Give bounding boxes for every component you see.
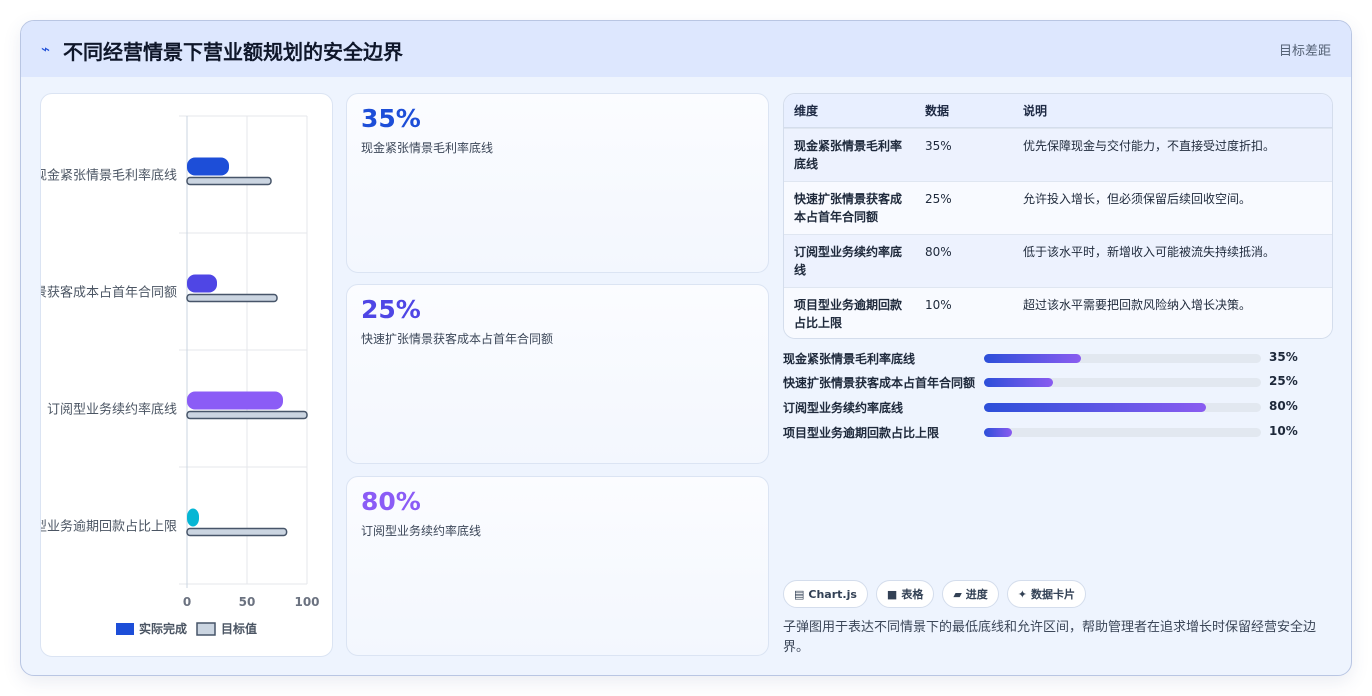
target-bar [186,293,278,303]
card-header: ⌁ 不同经营情景下营业额规划的安全边界 目标差距 [21,21,1351,77]
header-data: 数据 [925,104,950,118]
chip-data-cards[interactable]: ✦ 数据卡片 [1006,580,1087,608]
header-dimension: 维度 [794,104,819,118]
progress-icon: ▰ [953,587,962,601]
progress-track [984,378,1261,387]
table-row: 快速扩张情景获客成本占首年合同额 25% 允许投入增长，但必须保留后续回收空间。 [784,181,1332,234]
data-table: 维度 数据 说明 现金紧张情景毛利率底线 35% 优先保障现金与交付能力，不直接… [783,93,1333,339]
table-row: 订阅型业务续约率底线 80% 低于该水平时，新增收入可能被流失持续抵消。 [784,234,1332,287]
x-tick-label: 0 [183,595,191,609]
actual-bar [187,274,217,293]
progress-value: 35% [1269,350,1298,364]
progress-value: 10% [1269,424,1298,438]
progress-fill [984,428,1012,437]
progress-track [984,428,1261,437]
target-bar [186,176,272,186]
progress-label: 快速扩张情景获客成本占首年合同额 [783,376,976,390]
page-title: 不同经营情景下营业额规划的安全边界 [63,40,403,64]
dashboard-card: ⌁ 不同经营情景下营业额规划的安全边界 目标差距 现金紧张情景毛利率底线快速扩张… [20,20,1352,676]
progress-label: 订阅型业务续约率底线 [783,401,904,415]
table-header-row: 维度 数据 说明 [784,94,1332,128]
chip-label: Chart.js [808,587,857,601]
actual-bar [187,157,229,176]
cell-description: 低于该水平时，新增收入可能被流失持续抵消。 [1023,245,1276,259]
progress-track [984,403,1261,412]
cell-dimension: 快速扩张情景获客成本占首年合同额 [794,192,903,224]
kpi-card-2: 25% 快速扩张情景获客成本占首年合同额 [346,284,769,464]
progress-fill [984,403,1206,412]
cell-dimension: 订阅型业务续约率底线 [794,245,903,277]
kpi-card-1: 35% 现金紧张情景毛利率底线 [346,93,769,273]
chart-description: 子弹图用于表达不同情景下的最低底线和允许区间，帮助管理者在追求增长时保留经营安全… [783,620,1317,655]
kpi-label: 现金紧张情景毛利率底线 [361,141,494,155]
chip-progress[interactable]: ▰ 进度 [942,580,999,608]
progress-fill [984,354,1081,363]
progress-row: 现金紧张情景毛利率底线 35% [783,349,1333,367]
chip-label: 表格 [901,588,924,601]
progress-fill [984,378,1054,387]
table-row: 项目型业务逾期回款占比上限 10% 超过该水平需要把回款风险纳入增长决策。 [784,287,1332,338]
actual-bar [187,508,199,527]
cell-data: 10% [925,298,952,312]
progress-row: 快速扩张情景获客成本占首年合同额 25% [783,373,1333,391]
cell-data: 80% [925,245,952,259]
header-description: 说明 [1023,104,1048,118]
kpi-card-3: 80% 订阅型业务续约率底线 [346,476,769,656]
progress-label: 现金紧张情景毛利率底线 [783,352,916,366]
legend-swatch-actual [116,623,134,635]
cell-data: 35% [925,139,952,153]
sparkle-icon: ✦ [1017,587,1028,601]
kpi-value: 35% [361,104,421,133]
category-tick-label: 项目型业务逾期回款占比上限 [41,519,177,535]
legend-label-target: 目标值 [221,621,257,636]
category-tick-label: 订阅型业务续约率底线 [47,402,177,418]
cell-description: 允许投入增长，但必须保留后续回收空间。 [1023,192,1252,206]
progress-label: 项目型业务逾期回款占比上限 [783,426,940,440]
bolt-icon: ⌁ [41,40,51,58]
cell-dimension: 项目型业务逾期回款占比上限 [794,298,903,330]
feature-chips: ▤ Chart.js ■ 表格 ▰ 进度 ✦ 数据卡片 [783,580,1087,608]
category-tick-label: 现金紧张情景毛利率底线 [41,168,177,184]
progress-track [984,354,1261,363]
target-bar [186,410,308,420]
bullet-chart-panel: 现金紧张情景毛利率底线快速扩张情景获客成本占首年合同额订阅型业务续约率底线项目型… [40,93,333,657]
bullet-chart: 现金紧张情景毛利率底线快速扩张情景获客成本占首年合同额订阅型业务续约率底线项目型… [41,115,320,636]
table-row: 现金紧张情景毛利率底线 35% 优先保障现金与交付能力，不直接受过度折扣。 [784,128,1332,181]
target-bar [186,527,288,537]
progress-row: 项目型业务逾期回款占比上限 10% [783,423,1333,441]
table-icon: ■ [886,587,898,601]
progress-value: 80% [1269,399,1298,413]
x-tick-label: 100 [294,595,319,609]
target-gap-label: 目标差距 [1278,44,1331,59]
chip-chartjs[interactable]: ▤ Chart.js [783,580,868,608]
cell-description: 优先保障现金与交付能力，不直接受过度折扣。 [1023,139,1276,153]
cell-dimension: 现金紧张情景毛利率底线 [794,139,903,171]
legend-label-actual: 实际完成 [139,621,187,636]
kpi-label: 快速扩张情景获客成本占首年合同额 [361,332,554,346]
actual-bar [187,391,283,410]
kpi-label: 订阅型业务续约率底线 [361,524,482,538]
progress-row: 订阅型业务续约率底线 80% [783,398,1333,416]
chart-icon: ▤ [794,587,805,601]
cell-description: 超过该水平需要把回款风险纳入增长决策。 [1023,298,1252,312]
chip-label: 进度 [965,588,988,601]
kpi-value: 25% [361,295,421,324]
progress-value: 25% [1269,374,1298,388]
legend-swatch-target [196,622,216,636]
cell-data: 25% [925,192,952,206]
x-tick-label: 50 [239,595,256,609]
kpi-value: 80% [361,487,421,516]
category-tick-label: 快速扩张情景获客成本占首年合同额 [41,285,177,301]
chip-label: 数据卡片 [1031,588,1076,601]
chip-table[interactable]: ■ 表格 [875,580,935,608]
